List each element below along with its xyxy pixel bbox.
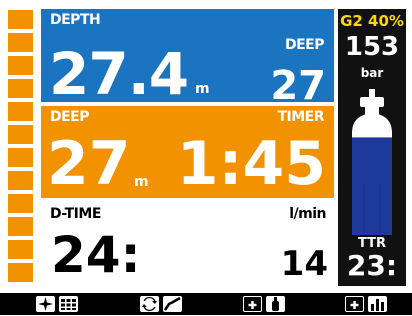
deep-stop-unit: m: [134, 174, 149, 190]
level-segment: [8, 148, 33, 167]
level-segment: [8, 217, 33, 236]
level-segment: [8, 125, 33, 144]
gas-rate-unit: l/min: [289, 206, 326, 222]
depth-unit: m: [195, 81, 210, 97]
depth-label: DEPTH: [50, 12, 101, 28]
softkey-switch-graph[interactable]: [140, 296, 188, 312]
deep-timer-panel: DEEP 27 m TIMER 1:45: [41, 106, 334, 198]
gas-mix-label: G2 40%: [340, 12, 404, 30]
deep-stop-value: 27: [47, 129, 131, 199]
level-segment: [8, 194, 33, 213]
tank-fill-level: [352, 137, 392, 235]
max-depth-value: 27: [270, 63, 326, 109]
level-segment: [8, 102, 33, 121]
gas-rate-value: 14: [280, 244, 328, 284]
ttr-value: 23:: [346, 249, 398, 282]
grid-icon: [59, 296, 78, 312]
dtime-label: D-TIME: [50, 206, 101, 222]
max-depth-label: DEEP: [284, 37, 325, 53]
timer-label: TIMER: [277, 109, 324, 125]
level-segment: [8, 171, 33, 190]
tank-pressure-value: 153: [344, 32, 400, 62]
tank-icon: [266, 296, 285, 312]
deep-stop-label: DEEP: [50, 109, 90, 125]
timer-value: 1:45: [176, 129, 326, 199]
level-segment: [8, 10, 33, 29]
level-segment: [8, 263, 33, 282]
graph-icon: [163, 296, 182, 312]
swap-icon: [140, 296, 159, 312]
level-segment: [8, 33, 33, 52]
gas-panel: G2 40% 153 bar TTR 23:: [338, 9, 406, 286]
level-segment: [8, 79, 33, 98]
softkey-dive-plan[interactable]: [243, 296, 291, 312]
level-segment: [8, 240, 33, 259]
level-segment: [8, 56, 33, 75]
compass-icon: [36, 296, 55, 312]
depth-value: 27.4: [49, 40, 189, 108]
dtime-panel: D-TIME 24: l/min 14: [41, 198, 334, 286]
tank-gauge: [352, 89, 392, 235]
tank-pressure-unit: bar: [360, 66, 384, 80]
softkey-add-chart[interactable]: [345, 296, 393, 312]
dtime-value: 24:: [51, 226, 141, 284]
plus-icon: [243, 296, 262, 312]
plus-icon: [345, 296, 364, 312]
softkey-bar: [0, 293, 412, 315]
depth-panel: DEPTH 27.4 m DEEP 27: [41, 9, 334, 108]
bar-chart-icon: [368, 296, 387, 312]
softkey-compass-grid[interactable]: [36, 296, 84, 312]
